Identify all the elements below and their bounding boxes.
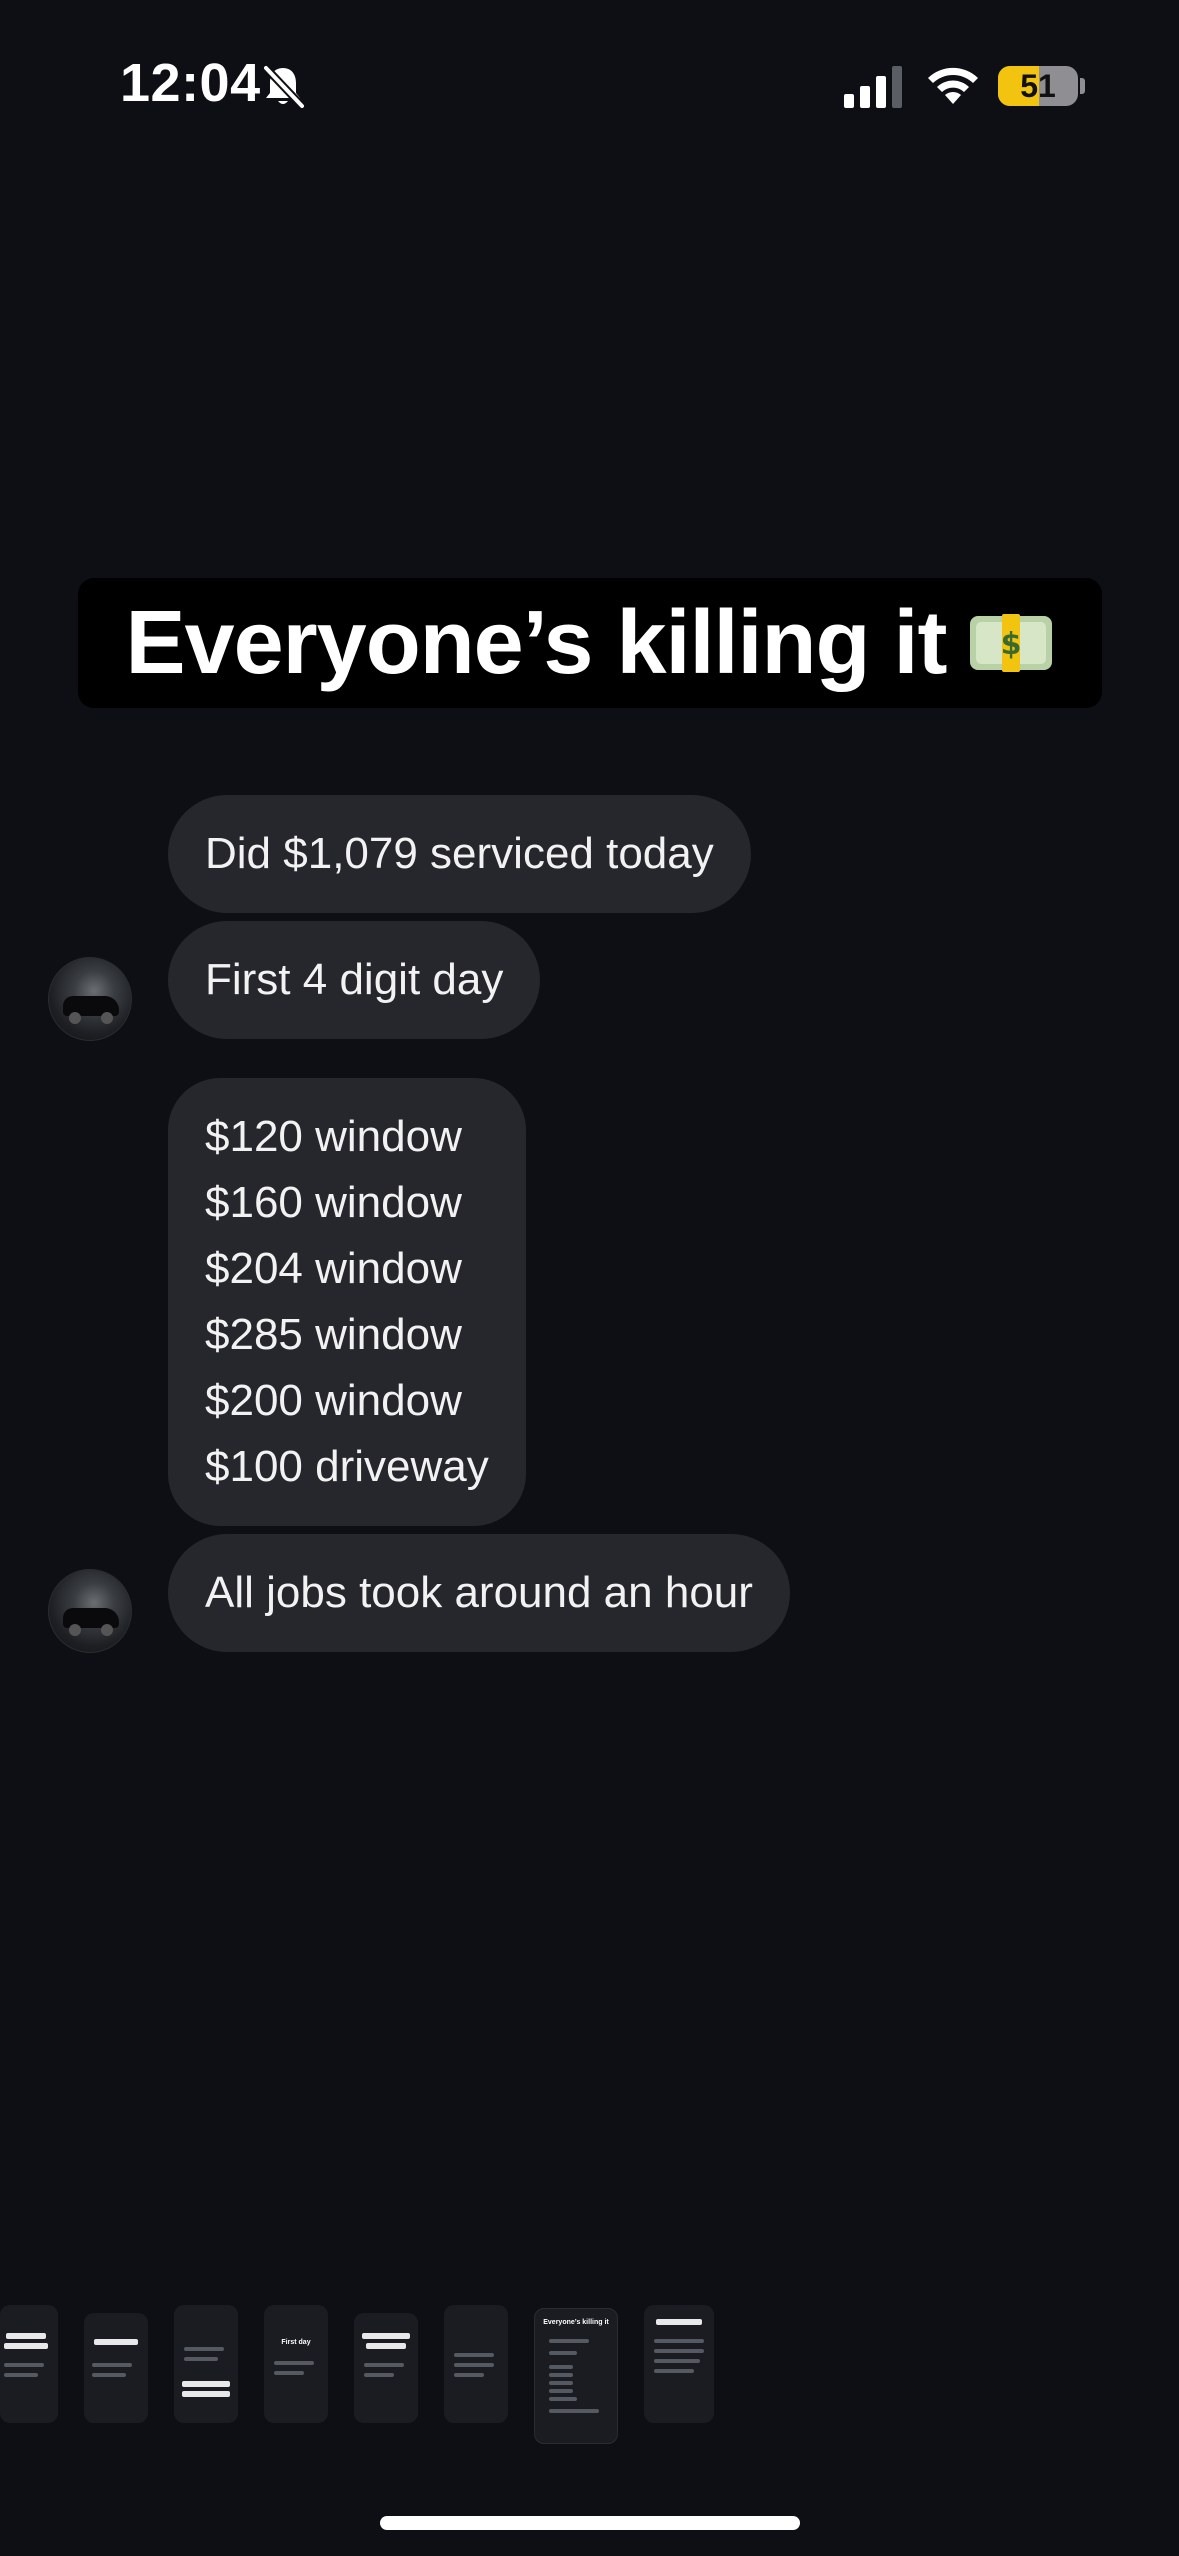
message-line: $120 window xyxy=(205,1112,462,1161)
message-line: $200 window xyxy=(205,1376,462,1425)
message-text: First 4 digit day xyxy=(205,955,504,1004)
story-title: Everyone’s killing it xyxy=(125,592,948,693)
battery-nub xyxy=(1080,78,1085,94)
message-bubble: $120 window $160 window $204 window $285… xyxy=(168,1078,526,1526)
story-title-banner: Everyone’s killing it $ xyxy=(78,578,1102,708)
message-bubble: All jobs took around an hour xyxy=(168,1534,790,1652)
battery-icon: 51 xyxy=(998,66,1078,106)
message-text: Did $1,079 serviced today xyxy=(205,829,714,878)
status-time: 12:04 xyxy=(120,53,261,113)
message-line: $204 window xyxy=(205,1244,462,1293)
sender-avatar[interactable] xyxy=(48,957,132,1041)
story-thumbnail[interactable] xyxy=(84,2313,148,2423)
message-line: $160 window xyxy=(205,1178,462,1227)
bell-slash-icon xyxy=(263,65,305,109)
cellular-signal-icon xyxy=(844,66,902,108)
message-bubble: First 4 digit day xyxy=(168,921,541,1039)
message-bubble: Did $1,079 serviced today xyxy=(168,795,751,913)
battery-percentage: 51 xyxy=(1020,68,1056,104)
story-thumbnail[interactable] xyxy=(644,2305,714,2423)
story-thumbnail[interactable] xyxy=(444,2305,508,2423)
thumbnail-label: Everyone’s killing it xyxy=(543,2319,609,2326)
wifi-icon xyxy=(928,67,978,104)
story-thumbnail[interactable] xyxy=(354,2313,418,2423)
message-text: All jobs took around an hour xyxy=(205,1568,753,1617)
message-line: $100 driveway xyxy=(205,1442,489,1491)
story-thumbnail[interactable]: First day xyxy=(264,2305,328,2423)
story-thumbnail[interactable] xyxy=(0,2305,58,2423)
money-with-wings-icon: $ xyxy=(970,614,1053,672)
story-screen: 12:04 51 Everyone’s killing it $ Did $1,… xyxy=(0,0,1179,2556)
thumbnail-label: First day xyxy=(281,2339,311,2346)
home-indicator[interactable] xyxy=(380,2516,800,2530)
message-line: $285 window xyxy=(205,1310,462,1359)
sender-avatar[interactable] xyxy=(48,1569,132,1653)
story-thumbnail[interactable] xyxy=(174,2305,238,2423)
svg-text:$: $ xyxy=(1001,627,1022,662)
story-thumbnail-current[interactable]: Everyone’s killing it xyxy=(534,2308,618,2444)
